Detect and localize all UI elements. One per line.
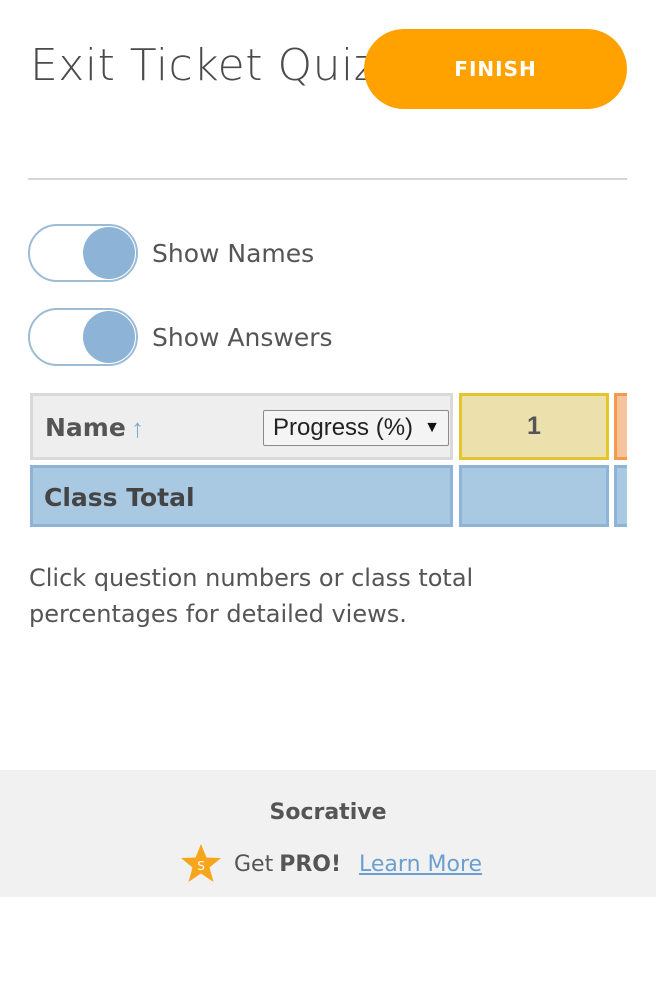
show-answers-row: Show Answers (28, 308, 333, 366)
show-answers-toggle[interactable] (28, 308, 138, 366)
finish-button[interactable]: FINISH (364, 29, 627, 109)
get-text: Get (234, 851, 274, 877)
get-pro-row: S Get PRO! Learn More (180, 843, 482, 885)
page-title: Exit Ticket Quiz (30, 40, 378, 91)
footer-brand: Socrative (269, 800, 387, 825)
header-divider (28, 178, 627, 180)
star-letter: S (197, 859, 205, 873)
class-total-label: Class Total (30, 465, 453, 527)
star-icon: S (181, 844, 221, 882)
name-column-header[interactable]: Name ↑ Progress (%) ▼ (30, 393, 453, 460)
question-header-1[interactable]: 1 (459, 393, 609, 460)
class-total-cell-q2[interactable] (614, 465, 627, 527)
name-header-label: Name (45, 413, 126, 442)
pro-text: PRO! (279, 851, 342, 877)
footer: Socrative S Get PRO! Learn More (0, 770, 656, 897)
hint-text: Click question numbers or class total pe… (29, 564, 474, 628)
learn-more-link[interactable]: Learn More (359, 852, 482, 877)
show-names-row: Show Names (28, 224, 314, 282)
show-names-toggle[interactable] (28, 224, 138, 282)
class-total-cell-q1[interactable] (459, 465, 609, 527)
progress-select[interactable]: Progress (%) ▼ (263, 410, 449, 446)
show-answers-label: Show Answers (152, 322, 333, 352)
toggle-knob (83, 311, 135, 363)
results-table: Name ↑ Progress (%) ▼ 1 Class Total (30, 393, 627, 528)
show-names-label: Show Names (152, 238, 315, 268)
question-header-2[interactable] (614, 393, 627, 460)
toggle-knob (83, 227, 135, 279)
chevron-down-icon: ▼ (424, 419, 440, 436)
arrow-up-icon[interactable]: ↑ (131, 413, 144, 444)
progress-select-value: Progress (%) (273, 414, 414, 441)
